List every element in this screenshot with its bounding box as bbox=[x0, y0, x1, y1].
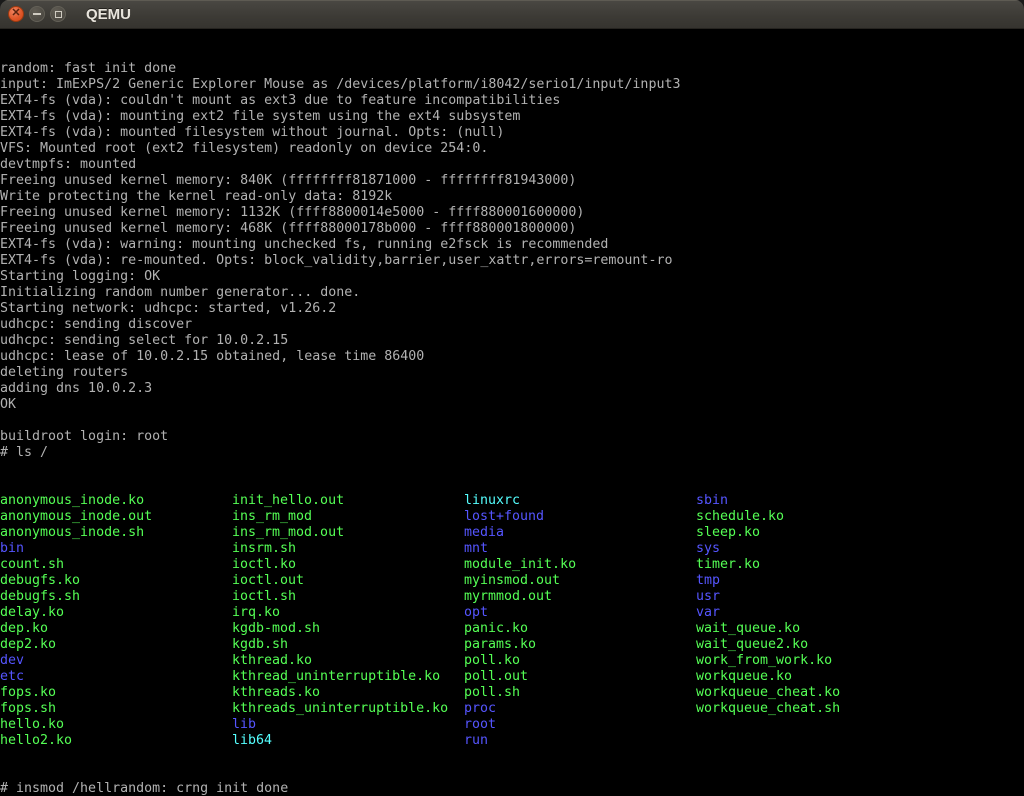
ls-row: anonymous_inode.outins_rm_modlost+founds… bbox=[0, 509, 1024, 525]
file-entry: lib64 bbox=[232, 733, 464, 749]
close-icon: ✕ bbox=[11, 8, 20, 19]
file-entry: ins_rm_mod bbox=[232, 509, 464, 525]
ls-row: bininsrm.shmntsys bbox=[0, 541, 1024, 557]
file-entry: anonymous_inode.out bbox=[0, 509, 232, 525]
ls-row: delay.koirq.kooptvar bbox=[0, 605, 1024, 621]
file-entry: dep.ko bbox=[0, 621, 232, 637]
file-entry: hello.ko bbox=[0, 717, 232, 733]
file-entry: kthreads_uninterruptible.ko bbox=[232, 701, 464, 717]
file-entry: insrm.sh bbox=[232, 541, 464, 557]
file-entry: ioctl.sh bbox=[232, 589, 464, 605]
file-entry: etc bbox=[0, 669, 232, 685]
ls-row: anonymous_inode.koinit_hello.outlinuxrcs… bbox=[0, 493, 1024, 509]
file-entry: workqueue_cheat.ko bbox=[696, 685, 928, 701]
file-entry: media bbox=[464, 525, 696, 541]
close-button[interactable]: ✕ bbox=[8, 6, 24, 22]
file-entry: poll.out bbox=[464, 669, 696, 685]
file-entry: count.sh bbox=[0, 557, 232, 573]
file-entry: workqueue_cheat.sh bbox=[696, 701, 928, 717]
ls-row: hello2.kolib64run bbox=[0, 733, 1024, 749]
file-entry: schedule.ko bbox=[696, 509, 928, 525]
maximize-button[interactable] bbox=[50, 6, 66, 22]
file-entry: poll.sh bbox=[464, 685, 696, 701]
file-entry: ins_rm_mod.out bbox=[232, 525, 464, 541]
file-entry: sleep.ko bbox=[696, 525, 928, 541]
file-entry: kgdb-mod.sh bbox=[232, 621, 464, 637]
file-entry: usr bbox=[696, 589, 928, 605]
file-entry: run bbox=[464, 733, 696, 749]
file-entry: kthread_uninterruptible.ko bbox=[232, 669, 464, 685]
ls-row: fops.kokthreads.kopoll.shworkqueue_cheat… bbox=[0, 685, 1024, 701]
file-entry: anonymous_inode.ko bbox=[0, 493, 232, 509]
file-entry: proc bbox=[464, 701, 696, 717]
file-entry: ioctl.out bbox=[232, 573, 464, 589]
ls-row: anonymous_inode.shins_rm_mod.outmediasle… bbox=[0, 525, 1024, 541]
file-entry: module_init.ko bbox=[464, 557, 696, 573]
file-entry: sbin bbox=[696, 493, 928, 509]
file-entry: poll.ko bbox=[464, 653, 696, 669]
maximize-icon bbox=[55, 11, 62, 18]
file-entry: opt bbox=[464, 605, 696, 621]
file-entry: debugfs.sh bbox=[0, 589, 232, 605]
file-entry: kthreads.ko bbox=[232, 685, 464, 701]
file-entry: sys bbox=[696, 541, 928, 557]
file-entry: workqueue.ko bbox=[696, 669, 928, 685]
terminal-screen[interactable]: random: fast init done input: ImExPS/2 G… bbox=[0, 29, 1024, 796]
ls-row: etckthread_uninterruptible.kopoll.outwor… bbox=[0, 669, 1024, 685]
shell-log: # insmod /hellrandom: crng init done # i… bbox=[0, 781, 1024, 796]
file-entry: myrmmod.out bbox=[464, 589, 696, 605]
window-title: QEMU bbox=[86, 6, 131, 23]
ls-row: dep2.kokgdb.shparams.kowait_queue2.ko bbox=[0, 637, 1024, 653]
file-entry: fops.ko bbox=[0, 685, 232, 701]
ls-row: debugfs.shioctl.shmyrmmod.outusr bbox=[0, 589, 1024, 605]
file-entry: panic.ko bbox=[464, 621, 696, 637]
file-entry: bin bbox=[0, 541, 232, 557]
file-entry: delay.ko bbox=[0, 605, 232, 621]
ls-row: dep.kokgdb-mod.shpanic.kowait_queue.ko bbox=[0, 621, 1024, 637]
file-entry: debugfs.ko bbox=[0, 573, 232, 589]
file-entry: lib bbox=[232, 717, 464, 733]
ls-row: count.shioctl.komodule_init.kotimer.ko bbox=[0, 557, 1024, 573]
file-entry: dev bbox=[0, 653, 232, 669]
file-entry: ioctl.ko bbox=[232, 557, 464, 573]
file-entry: params.ko bbox=[464, 637, 696, 653]
file-entry: init_hello.out bbox=[232, 493, 464, 509]
file-entry: linuxrc bbox=[464, 493, 696, 509]
file-entry: timer.ko bbox=[696, 557, 928, 573]
minimize-button[interactable] bbox=[29, 6, 45, 22]
ls-row: fops.shkthreads_uninterruptible.koprocwo… bbox=[0, 701, 1024, 717]
file-entry: root bbox=[464, 717, 696, 733]
file-entry: kthread.ko bbox=[232, 653, 464, 669]
file-entry: work_from_work.ko bbox=[696, 653, 928, 669]
ls-row: hello.kolibroot bbox=[0, 717, 1024, 733]
file-entry: wait_queue2.ko bbox=[696, 637, 928, 653]
file-entry: lost+found bbox=[464, 509, 696, 525]
titlebar[interactable]: ✕ QEMU bbox=[0, 0, 1024, 29]
file-entry: wait_queue.ko bbox=[696, 621, 928, 637]
file-entry: var bbox=[696, 605, 928, 621]
file-entry: kgdb.sh bbox=[232, 637, 464, 653]
ls-row: devkthread.kopoll.kowork_from_work.ko bbox=[0, 653, 1024, 669]
file-entry: hello2.ko bbox=[0, 733, 232, 749]
ls-row: debugfs.koioctl.outmyinsmod.outtmp bbox=[0, 573, 1024, 589]
minimize-icon bbox=[33, 13, 41, 15]
file-entry: myinsmod.out bbox=[464, 573, 696, 589]
file-entry: dep2.ko bbox=[0, 637, 232, 653]
boot-log: random: fast init done input: ImExPS/2 G… bbox=[0, 61, 1024, 461]
file-entry: tmp bbox=[696, 573, 928, 589]
qemu-window: ✕ QEMU random: fast init done input: ImE… bbox=[0, 0, 1024, 796]
file-entry: anonymous_inode.sh bbox=[0, 525, 232, 541]
file-entry: fops.sh bbox=[0, 701, 232, 717]
ls-listing: anonymous_inode.koinit_hello.outlinuxrcs… bbox=[0, 493, 1024, 749]
file-entry: irq.ko bbox=[232, 605, 464, 621]
file-entry: mnt bbox=[464, 541, 696, 557]
